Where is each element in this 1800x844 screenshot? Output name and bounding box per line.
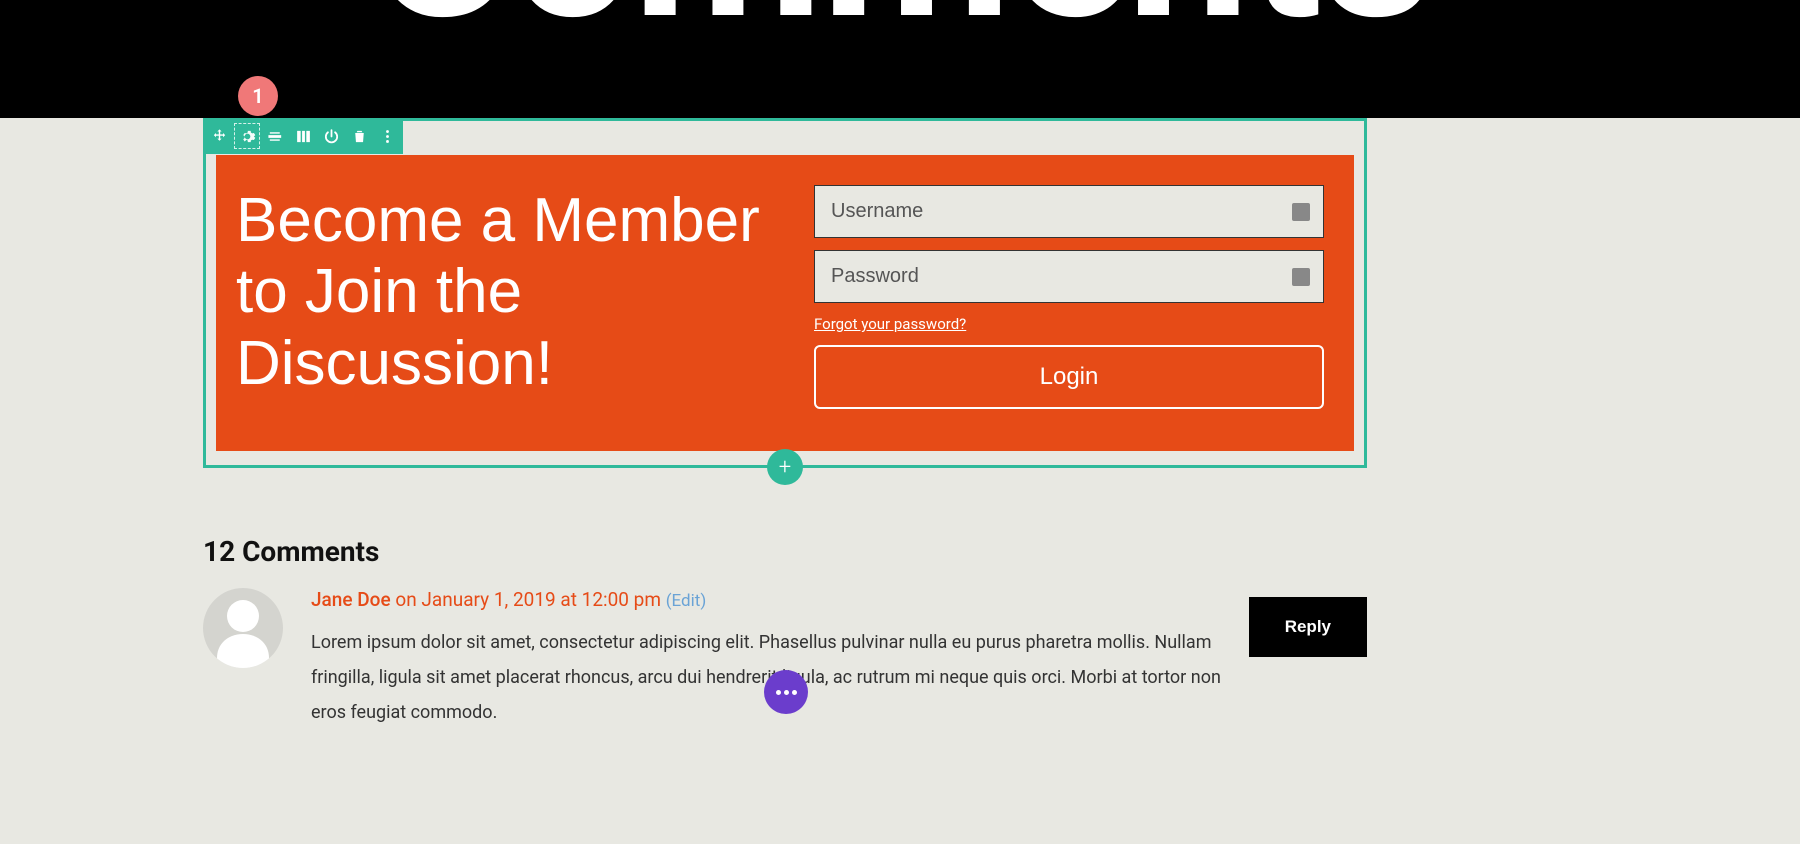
- gear-icon[interactable]: [233, 122, 261, 150]
- comment-date: January 1, 2019 at 12:00 pm: [421, 588, 661, 611]
- forgot-password-link[interactable]: Forgot your password?: [814, 315, 966, 333]
- trash-icon[interactable]: [345, 122, 373, 150]
- columns-icon[interactable]: [289, 122, 317, 150]
- reply-button[interactable]: Reply: [1249, 597, 1367, 657]
- move-icon[interactable]: [205, 122, 233, 150]
- more-icon[interactable]: [373, 122, 401, 150]
- username-input[interactable]: [814, 185, 1324, 238]
- dot-icon: [776, 690, 781, 695]
- comment-author[interactable]: Jane Doe: [311, 588, 391, 611]
- edit-link[interactable]: (Edit): [666, 591, 707, 611]
- password-manager-icon[interactable]: [1292, 203, 1310, 221]
- password-manager-icon[interactable]: [1292, 268, 1310, 286]
- fab-more-button[interactable]: [764, 670, 808, 714]
- duplicate-icon[interactable]: [261, 122, 289, 150]
- dot-icon: [792, 690, 797, 695]
- add-row-button[interactable]: +: [767, 449, 803, 485]
- comment-date-prefix: on: [391, 588, 422, 611]
- power-icon[interactable]: [317, 122, 345, 150]
- password-input[interactable]: [814, 250, 1324, 303]
- login-module: Become a Member to Join the Discussion! …: [203, 118, 1367, 468]
- comments-title: 12 Comments: [203, 535, 1367, 568]
- cta-heading: Become a Member to Join the Discussion!: [236, 185, 784, 421]
- module-toolbar: [203, 118, 403, 154]
- page-title: Comments: [369, 0, 1432, 50]
- login-button[interactable]: Login: [814, 345, 1324, 409]
- callout-badge-1: 1: [238, 76, 278, 116]
- comment-body: Jane Doe on January 1, 2019 at 12:00 pm …: [311, 588, 1367, 730]
- login-form: Forgot your password? Login: [814, 185, 1324, 421]
- comment-meta: Jane Doe on January 1, 2019 at 12:00 pm …: [311, 588, 1237, 611]
- avatar: [203, 588, 283, 668]
- dot-icon: [784, 690, 789, 695]
- cta-box: Become a Member to Join the Discussion! …: [216, 155, 1354, 451]
